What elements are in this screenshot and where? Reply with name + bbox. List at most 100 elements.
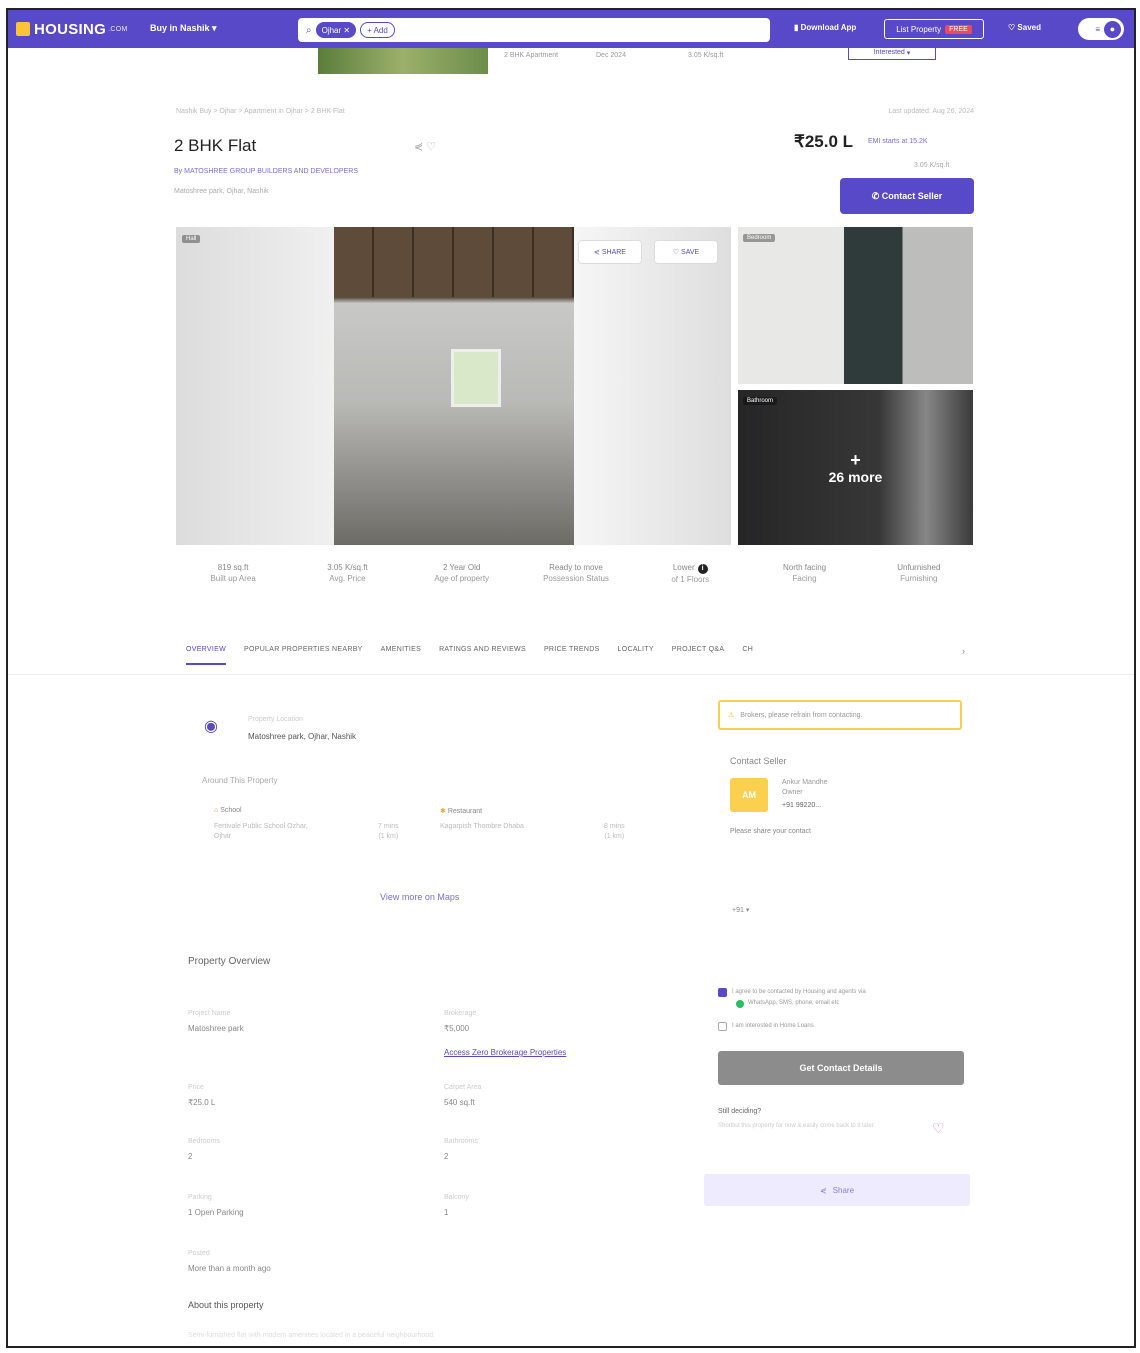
stat-avg-price: 3.05 K/sq.ft Avg. Price [327, 563, 368, 583]
poi-school-name: Fertivale Public School Ozhar, Ojhar [214, 823, 308, 840]
poi-restaurant-distance: 8 mins (1 km) [604, 823, 625, 840]
restaurant-icon: ✱ [440, 808, 446, 815]
search-chip-ojhar[interactable]: Ojhar ✕ [315, 22, 357, 38]
share-icon[interactable]: ⋞ ♡ [414, 140, 436, 153]
seller-phone: +91 99220... [782, 802, 822, 809]
ov-value: ₹25.0 L [188, 1098, 216, 1107]
tab-popular-nearby[interactable]: POPULAR PROPERTIES NEARBY [244, 646, 363, 665]
location-label: Property Location [248, 716, 303, 723]
profile-menu[interactable]: ≡ ● [1078, 18, 1124, 40]
agree-text: I agree to be contacted by Housing and a… [732, 989, 866, 995]
city-selector[interactable]: Buy in Nashik ▾ [150, 23, 217, 34]
strip-config: 2 BHK Apartment [504, 52, 559, 59]
home-loan-text: I am interested in Home Loans [732, 1023, 814, 1029]
list-property-button[interactable]: List Property FREE [884, 19, 984, 39]
ov-key: Posted [188, 1250, 210, 1257]
more-photos-overlay[interactable]: + 26 more [738, 390, 973, 545]
interested-button[interactable]: Interested ▾ [848, 46, 936, 60]
ov-value: Matoshree park [188, 1024, 244, 1033]
add-locality-chip[interactable]: + Add [360, 22, 395, 38]
gallery-main-image[interactable]: Hall ⋞ SHARE ♡ SAVE [176, 227, 731, 545]
emi-link[interactable]: EMI starts at 15.2K [868, 138, 928, 145]
property-address: Matoshree park, Ojhar, Nashik [248, 732, 357, 741]
stat-possession: Ready to move Possession Status [543, 563, 609, 583]
last-updated: Last updated: Aug 26, 2024 [888, 108, 974, 115]
tab-more[interactable]: CH [742, 646, 753, 665]
stat-floor: Lower i of 1 Floors [671, 563, 710, 584]
tab-locality[interactable]: LOCALITY [618, 646, 654, 665]
top-nav: HOUSING .COM Buy in Nashik ▾ ⌕ Ojhar ✕ + … [8, 10, 1134, 48]
home-loan-checkbox[interactable] [718, 1022, 727, 1031]
about-text: Semi-furnished flat with modern amenitie… [188, 1332, 436, 1339]
ov-key: Price [188, 1084, 204, 1091]
poi-school: ⌂ School [214, 807, 242, 814]
share-button[interactable]: ⋞ Share [704, 1174, 970, 1206]
page: HOUSING .COM Buy in Nashik ▾ ⌕ Ojhar ✕ + … [6, 8, 1136, 1348]
ov-value: 1 Open Parking [188, 1208, 244, 1217]
gallery-save-button[interactable]: ♡ SAVE [654, 240, 718, 264]
section-tabs: OVERVIEW POPULAR PROPERTIES NEARBY AMENI… [186, 646, 753, 665]
image-tag: Hall [182, 235, 201, 243]
avatar-icon: ● [1104, 20, 1121, 38]
listing-locality: Matoshree park, Ojhar, Nashik [174, 188, 269, 195]
info-icon[interactable]: i [697, 564, 708, 574]
gallery-side-image-1[interactable]: Bedroom [738, 227, 973, 384]
ov-value: More than a month ago [188, 1264, 271, 1273]
country-code-select[interactable]: +91 ▾ [732, 906, 749, 914]
builder-link[interactable]: By MATOSHREE GROUP BUILDERS AND DEVELOPE… [174, 168, 358, 175]
seller-avatar: AM [730, 778, 768, 812]
stat-furnishing: Unfurnished Furnishing [897, 563, 941, 583]
search-icon: ⌕ [306, 24, 312, 36]
ov-key: Balcony [444, 1194, 469, 1201]
ov-key: Project Name [188, 1010, 231, 1017]
listing-title: 2 BHK Flat [174, 136, 257, 155]
housing-logo[interactable]: HOUSING .COM [16, 20, 128, 38]
zero-brokerage-link[interactable]: Access Zero Brokerage Properties [444, 1048, 566, 1057]
phone-icon: ✆ [871, 190, 882, 201]
ov-key: Bedrooms [188, 1138, 220, 1145]
get-contact-details-button[interactable]: Get Contact Details [718, 1051, 964, 1085]
plus-icon: + [850, 449, 861, 470]
overview-title: Property Overview [188, 956, 271, 967]
menu-icon: ≡ [1095, 24, 1100, 34]
share-contact-prompt: Please share your contact [730, 828, 811, 835]
project-thumbnail[interactable] [318, 48, 488, 74]
chevron-right-icon[interactable]: › [962, 646, 965, 656]
poi-restaurant-name: Kagarpish Thombre Dhaba [440, 823, 524, 830]
ov-key: Bathrooms [444, 1138, 478, 1145]
share-icon: ⋞ [819, 1185, 827, 1195]
ov-value: 2 [188, 1152, 193, 1161]
poi-school-distance: 7 mins (1 km) [378, 823, 399, 840]
around-title: Around This Property [202, 776, 278, 785]
tab-ratings[interactable]: RATINGS AND REVIEWS [439, 646, 526, 665]
saved-link[interactable]: ♡ Saved [1008, 23, 1041, 32]
about-title: About this property [188, 1300, 264, 1310]
tab-amenities[interactable]: AMENITIES [381, 646, 421, 665]
ov-value: 540 sq.ft [444, 1098, 475, 1107]
channels-text: WhatsApp, SMS, phone, email etc [748, 1000, 840, 1006]
ov-value: 2 [444, 1152, 449, 1161]
agree-checkbox[interactable] [718, 988, 727, 997]
gallery-share-button[interactable]: ⋞ SHARE [578, 240, 642, 264]
contact-seller-button[interactable]: ✆ Contact Seller [840, 178, 974, 214]
tab-overview[interactable]: OVERVIEW [186, 646, 227, 665]
price-per-sqft: 3.05 K/sq.ft [914, 162, 950, 169]
ov-key: Carpet Area [444, 1084, 482, 1091]
whatsapp-icon [736, 1000, 744, 1008]
search-bar[interactable]: ⌕ Ojhar ✕ + Add [298, 18, 770, 42]
divider [8, 674, 1134, 675]
still-deciding-title: Still deciding? [718, 1108, 762, 1115]
heart-icon[interactable]: ♡ [932, 1120, 945, 1137]
tab-project-qa[interactable]: PROJECT Q&A [672, 646, 725, 665]
breadcrumb[interactable]: Nashik Buy > Ojhar > Apartment in Ojhar … [176, 108, 345, 115]
seller-info: Ankur Mandhe Owner [782, 779, 828, 796]
key-stats: 819 sq.ft Built up Area 3.05 K/sq.ft Avg. … [176, 562, 976, 585]
view-maps-link[interactable]: View more on Maps [380, 892, 459, 902]
ov-key: Brokerage [444, 1010, 477, 1017]
gallery-side-image-2[interactable]: Bathroom + 26 more [738, 390, 973, 545]
stat-facing: North facing Facing [782, 563, 827, 583]
tab-price-trends[interactable]: PRICE TRENDS [544, 646, 600, 665]
location-pin-icon: ◉ [204, 718, 218, 735]
listing-price: ₹25.0 L [794, 132, 854, 151]
download-app-link[interactable]: ▮ Download App [794, 23, 856, 32]
